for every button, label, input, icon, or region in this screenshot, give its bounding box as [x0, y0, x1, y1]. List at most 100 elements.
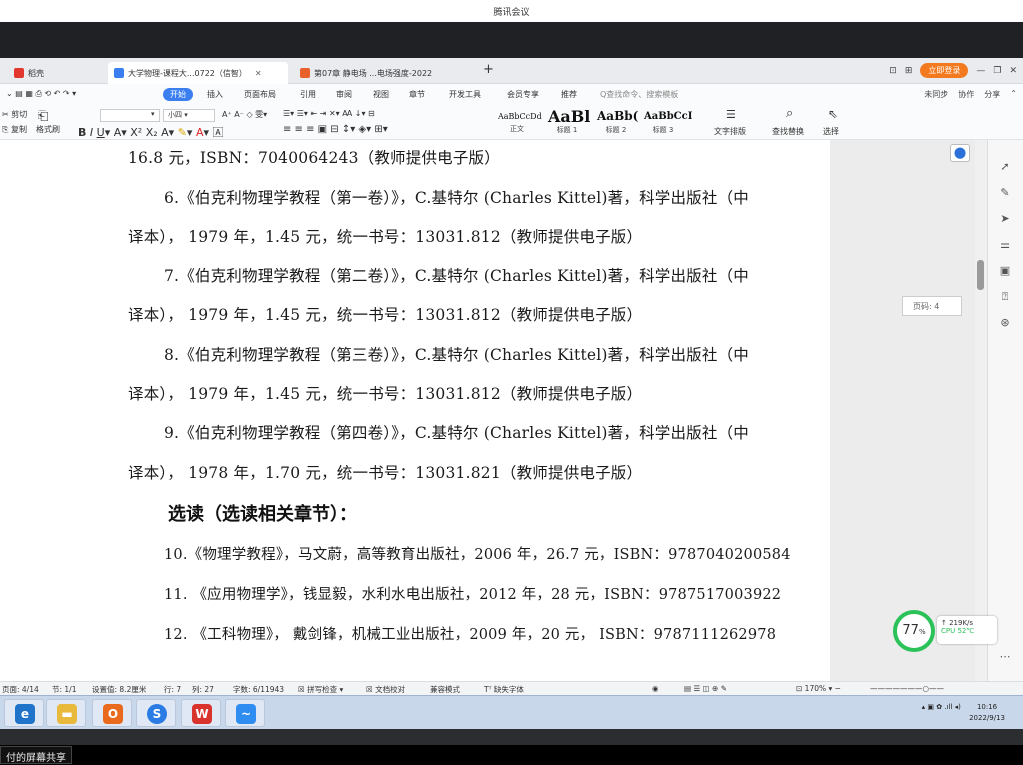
menu-references[interactable]: 引用 [300, 89, 316, 100]
vertical-scrollbar[interactable] [975, 140, 987, 681]
paste-icon[interactable]: ⎗ [38, 109, 48, 124]
spell-check-toggle[interactable]: ☒ 拼写检查 ▾ [298, 684, 343, 695]
style-heading-3[interactable]: AaBbCcI 标题 3 [644, 108, 692, 135]
doc-line: 16.8 元，ISBN：7040064243（教师提供电子版） [128, 149, 500, 167]
rocket-icon[interactable]: ➚ [998, 160, 1012, 174]
tab-label: 第07章 静电场 ...电场强度-2022 [314, 68, 433, 78]
taskbar-app[interactable]: ~ [225, 699, 265, 727]
performance-widget[interactable]: 77% ↑ 219K/s CPU 52℃ [893, 610, 1003, 654]
location-icon[interactable]: ⬤ [950, 144, 970, 162]
share-bar: 付的屏幕共享 [0, 745, 1023, 765]
close-icon[interactable]: ✕ [255, 69, 262, 78]
text-layout-button[interactable]: 文字排版 [714, 126, 746, 137]
taskbar-app[interactable]: S [136, 699, 176, 727]
grid-icon[interactable]: ⊞ [905, 66, 913, 76]
menu-review[interactable]: 审阅 [336, 89, 352, 100]
cpu-temp: CPU 52℃ [941, 627, 975, 635]
doc-line: 10.《物理学教程》，马文蔚，高等教育出版社，2006 年，26.7 元，ISB… [164, 547, 791, 563]
menu-dev-tools[interactable]: 开发工具 [449, 89, 481, 100]
status-page[interactable]: 页面: 4/14 [2, 684, 39, 695]
format-painter-button[interactable]: 格式刷 [36, 124, 60, 135]
document-page[interactable]: 16.8 元，ISBN：7040064243（教师提供电子版） 6.《伯克利物理… [0, 140, 830, 681]
login-button[interactable]: 立即登录 [920, 63, 969, 78]
wps-icon: W [192, 704, 212, 724]
font-adjust-icons[interactable]: A⁺ A⁻ ◇ 雯▾ [222, 109, 267, 120]
sliders-icon[interactable]: ⚌ [998, 238, 1012, 252]
tray-icons[interactable]: ▴ ▣ ✿ .ıll ◂) [922, 703, 961, 711]
menu-view[interactable]: 视图 [373, 89, 389, 100]
document-area: 16.8 元，ISBN：7040064243（教师提供电子版） 6.《伯克利物理… [0, 140, 975, 681]
menu-chapter[interactable]: 章节 [409, 89, 425, 100]
menu-recommend[interactable]: 推荐 [561, 89, 577, 100]
view-mode-icons[interactable]: ▤ ☰ ◫ ⊕ ✎ [684, 684, 727, 693]
taskbar-app[interactable]: ▬ [46, 699, 86, 727]
perf-details: ↑ 219K/s CPU 52℃ [937, 616, 997, 644]
quick-access-icons[interactable]: ⌄ ▤ ▦ ⎙ ⟲ ↶ ↷ ▾ [6, 89, 76, 99]
align-icons[interactable]: ≡ ≡ ≡ ▣ ⊟ ↕▾ ◈▾ ⊞▾ [283, 124, 388, 135]
menu-insert[interactable]: 插入 [207, 89, 223, 100]
memory-ring: 77% [893, 610, 935, 652]
missing-font[interactable]: Tᵀ 缺失字体 [484, 684, 524, 695]
scroll-thumb[interactable] [977, 260, 984, 290]
doc-line: 9.《伯克利物理学教程（第四卷）》，C.基特尔 (Charles Kittel)… [164, 424, 749, 442]
restore-icon[interactable]: ❐ [993, 66, 1001, 76]
page-label: 页码: 4 [902, 296, 962, 316]
select-button[interactable]: 选择 [823, 126, 839, 137]
help-icon[interactable]: ⍰ [998, 290, 1012, 304]
style-normal[interactable]: AaBbCcDd 正文 [498, 108, 542, 134]
settings-icon[interactable]: ⊛ [998, 316, 1012, 330]
status-words[interactable]: 字数: 6/11943 [233, 684, 284, 695]
layout-icon[interactable]: ⊡ [889, 66, 897, 76]
collapse-ribbon-icon[interactable]: ⌃ [1010, 89, 1017, 100]
font-name-box[interactable]: ▾ [100, 109, 160, 122]
tab-course-doc[interactable]: 大学物理-课程大...0722（信智） ✕ [108, 62, 288, 84]
tab-ppt[interactable]: 第07章 静电场 ...电场强度-2022 [294, 62, 438, 84]
proofread-toggle[interactable]: ☒ 文档校对 [366, 684, 405, 695]
sync-status[interactable]: 未同步 [924, 89, 948, 100]
tab-label: 稻壳 [28, 68, 44, 78]
eye-icon[interactable]: ◉ [652, 684, 659, 693]
style-heading-2[interactable]: AaBb( 标题 2 [597, 108, 638, 135]
system-tray: ▴ ▣ ✿ .ıll ◂) 10:16 2022/9/13 [922, 702, 1005, 724]
taskbar-app[interactable]: e [4, 699, 44, 727]
share-button[interactable]: 分享 [984, 89, 1000, 100]
outlook-icon: O [103, 704, 123, 724]
docer-icon [14, 68, 24, 78]
clock-time[interactable]: 10:16 [969, 702, 1005, 713]
minimize-icon[interactable]: — [976, 66, 985, 76]
menu-right: 未同步 协作 分享 ⌃ [924, 89, 1017, 100]
clock-date[interactable]: 2022/9/13 [969, 713, 1005, 724]
collaborate-button[interactable]: 协作 [958, 89, 974, 100]
find-replace-button[interactable]: 查找替换 [772, 126, 804, 137]
ribbon: ✂ 剪切 ⎘ 复制 ⎗ 格式刷 ▾ 小四 ▾ A⁺ A⁻ ◇ 雯▾ B I U▾… [0, 106, 1023, 140]
font-size-box[interactable]: 小四 ▾ [163, 109, 215, 122]
doc-line: 7.《伯克利物理学教程（第二卷）》，C.基特尔 (Charles Kittel)… [164, 267, 749, 285]
cut-button[interactable]: ✂ 剪切 [2, 109, 27, 120]
right-tool-pane: ➚ ✎ ➤ ⚌ ▣ ⍰ ⊛ ⋯ [987, 140, 1023, 681]
doc-line: 6.《伯克利物理学教程（第一卷）》，C.基特尔 (Charles Kittel)… [164, 189, 749, 207]
new-tab-button[interactable]: + [483, 62, 494, 77]
taskbar-app[interactable]: W [181, 699, 221, 727]
pen-icon[interactable]: ✎ [998, 186, 1012, 200]
status-row: 行: 7 [164, 685, 182, 694]
zoom-slider[interactable]: ———————○—— [870, 684, 944, 693]
doc-line: 11. 《应用物理学》，钱显毅，水利水电出版社，2012 年，28 元，ISBN… [164, 587, 782, 603]
text-layout-icon: ☰ [726, 108, 736, 121]
doc-line: 译本）， 1979 年，1.45 元，统一书号：13031.812（教师提供电子… [128, 385, 643, 403]
list-icons[interactable]: ☰▾ ☰▾ ⇤ ⇥ ✕▾ Ꜳ ↓▾ ⊟ [283, 109, 375, 118]
command-search[interactable]: Q查找命令、搜索模板 [600, 89, 678, 100]
meeting-icon: ~ [236, 704, 256, 724]
pointer-icon[interactable]: ➤ [998, 212, 1012, 226]
taskbar-app[interactable]: O [92, 699, 132, 727]
style-heading-1[interactable]: AaBl 标题 1 [548, 108, 590, 135]
menu-start[interactable]: 开始 [163, 88, 193, 101]
menu-member[interactable]: 会员专享 [507, 89, 539, 100]
zoom-level[interactable]: ⊡ 170% ▾ − [796, 684, 841, 693]
ppt-icon [300, 68, 310, 78]
tab-docer[interactable]: 稻壳 [8, 62, 50, 84]
image-edit-icon[interactable]: ▣ [998, 264, 1012, 278]
menu-page-layout[interactable]: 页面布局 [244, 89, 276, 100]
close-window-icon[interactable]: ✕ [1009, 66, 1017, 76]
font-style-icons[interactable]: B I U▾ A▾ X² X₂ A▾ ✎▾ A▾ 🄰 [78, 124, 224, 140]
copy-button[interactable]: ⎘ 复制 [2, 124, 27, 135]
